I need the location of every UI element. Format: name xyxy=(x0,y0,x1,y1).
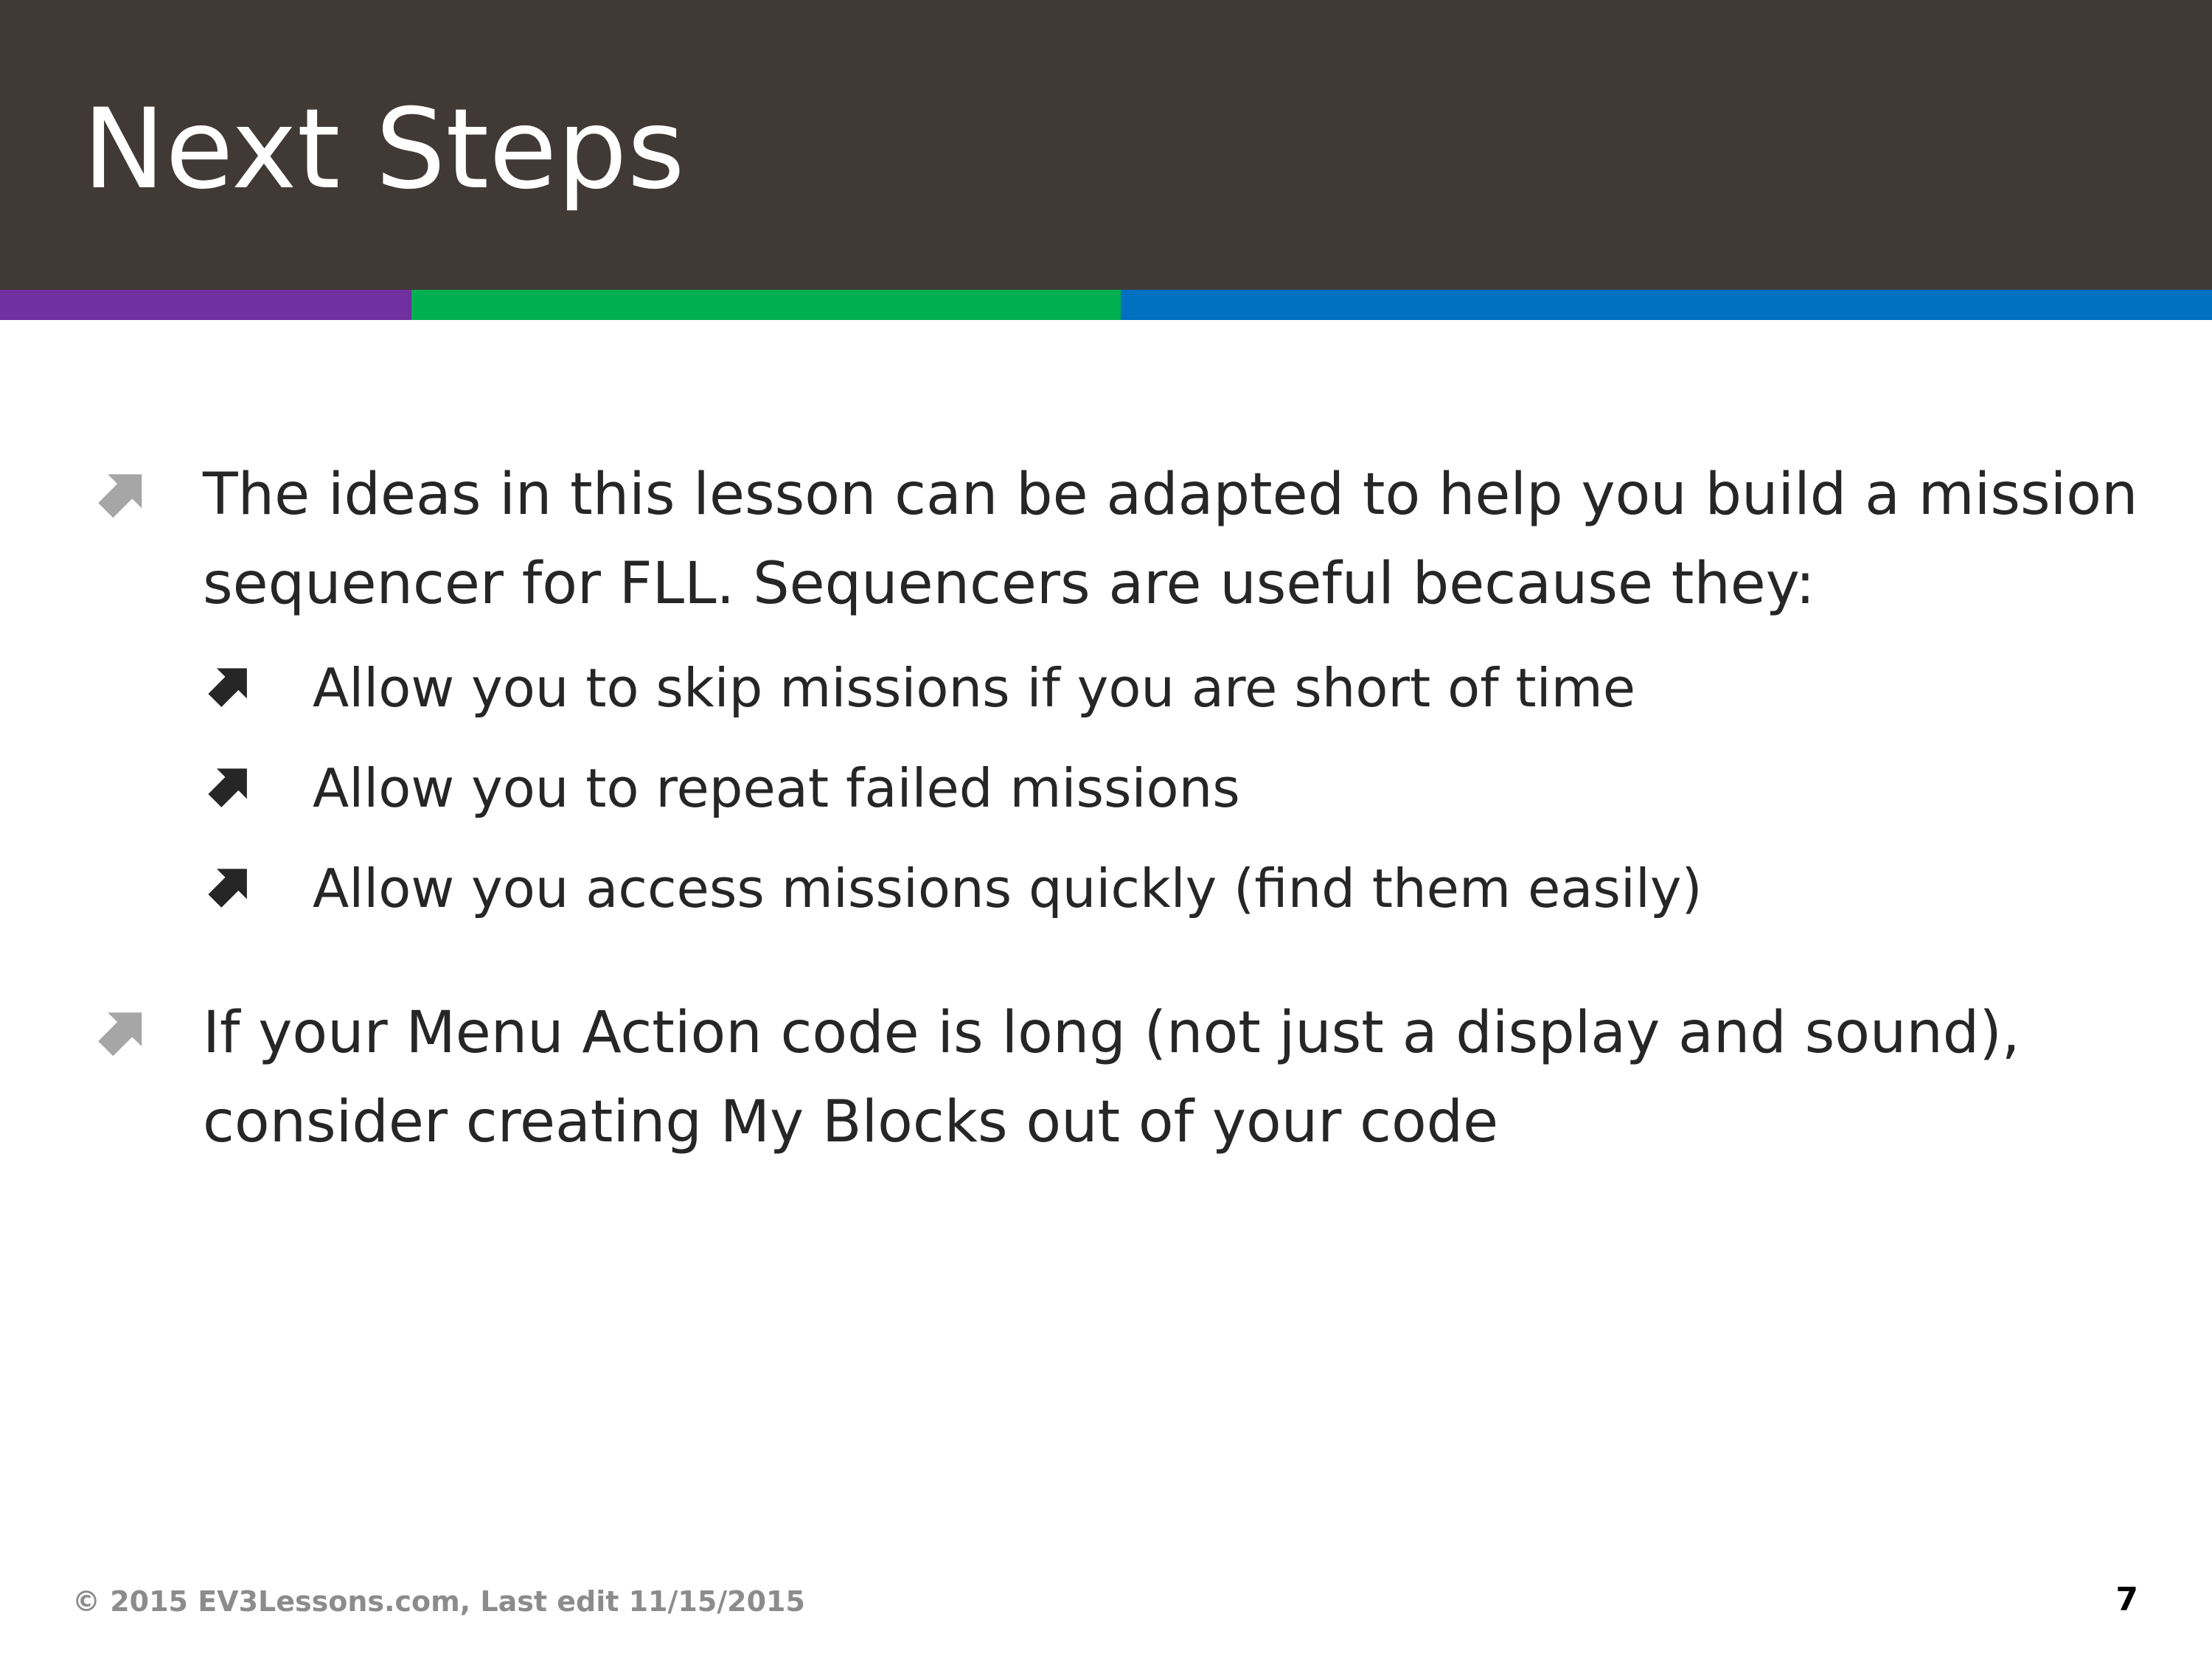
arrow-up-right-icon xyxy=(98,1012,142,1057)
sub-bullet-item: Allow you access missions quickly (find … xyxy=(313,858,1703,919)
bullet-list: The ideas in this lesson can be adapted … xyxy=(0,0,2212,1659)
bullet-item: The ideas in this lesson can be adapted … xyxy=(203,462,2138,617)
sub-bullet-item: Allow you to repeat failed missions xyxy=(313,757,1240,819)
bullet-item: If your Menu Action code is long (not ju… xyxy=(203,1000,2020,1155)
sub-bullet-item: Allow you to skip missions if you are sh… xyxy=(313,657,1636,719)
page-number: 7 xyxy=(2115,1581,2138,1618)
slide: Next Steps The ideas in this lesson can … xyxy=(0,0,2212,1659)
arrow-up-right-icon xyxy=(98,474,142,518)
footer-copyright: © 2015 EV3Lessons.com, Last edit 11/15/2… xyxy=(72,1585,805,1618)
arrow-up-right-icon xyxy=(208,668,247,707)
arrow-up-right-icon xyxy=(208,869,247,908)
arrow-up-right-icon xyxy=(208,768,247,807)
